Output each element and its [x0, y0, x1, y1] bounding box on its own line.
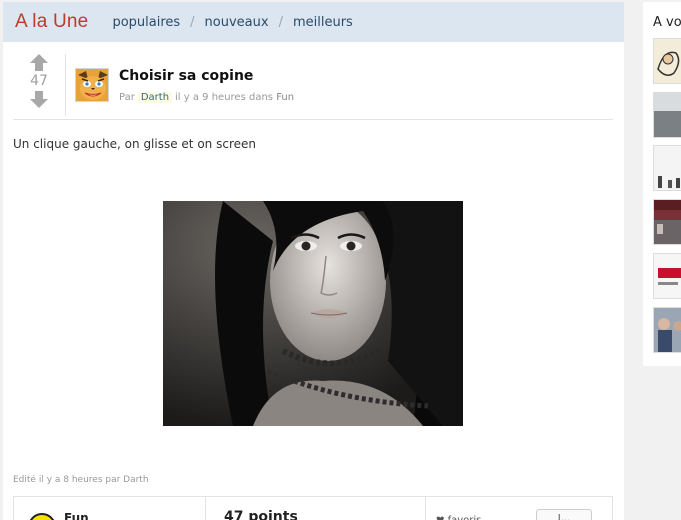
portrait-image: [163, 201, 463, 426]
vote-divider: [65, 54, 66, 116]
people-thumbnail-icon: [658, 318, 681, 352]
author-link[interactable]: Darth: [137, 92, 173, 103]
section-title: A la Une: [15, 11, 89, 32]
meta-time: il y a 9 heures dans: [175, 92, 273, 103]
storefront-thumbnail-icon: [654, 200, 681, 244]
tab-separator: /: [278, 14, 283, 30]
main-column: A la Une populaires / nouveaux / meilleu…: [3, 2, 624, 520]
sidebar-title: A vo: [653, 15, 681, 30]
drawing-thumbnail-icon: [657, 51, 680, 76]
post-footer: Fun 47 points ❤ favoris J...: [13, 496, 613, 520]
logo-thumbnail-icon: [658, 268, 681, 285]
sidebar-thumbnail[interactable]: [653, 307, 681, 353]
favorite-label: favoris: [448, 515, 482, 520]
post-title[interactable]: Choisir sa copine: [119, 68, 253, 84]
tiger-avatar-icon: [76, 69, 108, 101]
post-photo: [163, 201, 463, 426]
footer-divider: [425, 497, 426, 520]
points-count: 47 points: [224, 509, 298, 520]
post-body: Un clique gauche, on glisse et on screen: [13, 137, 256, 151]
sidebar-thumbnail[interactable]: [653, 199, 681, 245]
upvote-arrow-icon[interactable]: [27, 54, 51, 71]
tab-populaires[interactable]: populaires: [112, 15, 180, 30]
sidebar-thumbnail[interactable]: [653, 92, 681, 138]
post-header: 47 Choisir sa copine Par Darth il y a 9 …: [13, 52, 613, 120]
meta-prefix: Par: [119, 92, 135, 103]
sidebar: A vo: [643, 2, 681, 366]
sidebar-thumbnail[interactable]: [653, 253, 681, 299]
footer-category[interactable]: Fun: [64, 511, 89, 520]
post-meta: Par Darth il y a 9 heures dans Fun: [119, 92, 294, 103]
sidebar-thumbnail[interactable]: [653, 145, 681, 191]
footer-divider: [205, 497, 206, 520]
favorite-button[interactable]: ❤ favoris: [436, 515, 481, 520]
sidebar-thumbnail[interactable]: [653, 38, 681, 84]
street-thumbnail-icon: [654, 93, 681, 137]
vote-count: 47: [30, 73, 48, 89]
category-link[interactable]: Fun: [276, 92, 294, 103]
edited-note: Edité il y a 8 heures par Darth: [13, 475, 149, 485]
like-button[interactable]: J...: [536, 509, 592, 520]
downvote-arrow-icon[interactable]: [27, 91, 51, 108]
tab-separator: /: [190, 14, 195, 30]
tab-meilleurs[interactable]: meilleurs: [293, 15, 353, 30]
author-avatar[interactable]: [75, 68, 109, 102]
figures-thumbnail-icon: [658, 176, 680, 188]
vote-widget: 47: [27, 54, 51, 108]
heart-icon: ❤: [436, 515, 444, 520]
section-tabbar: A la Une populaires / nouveaux / meilleu…: [3, 2, 624, 42]
tab-nouveaux[interactable]: nouveaux: [205, 15, 269, 30]
smiley-category-icon: [28, 513, 56, 520]
